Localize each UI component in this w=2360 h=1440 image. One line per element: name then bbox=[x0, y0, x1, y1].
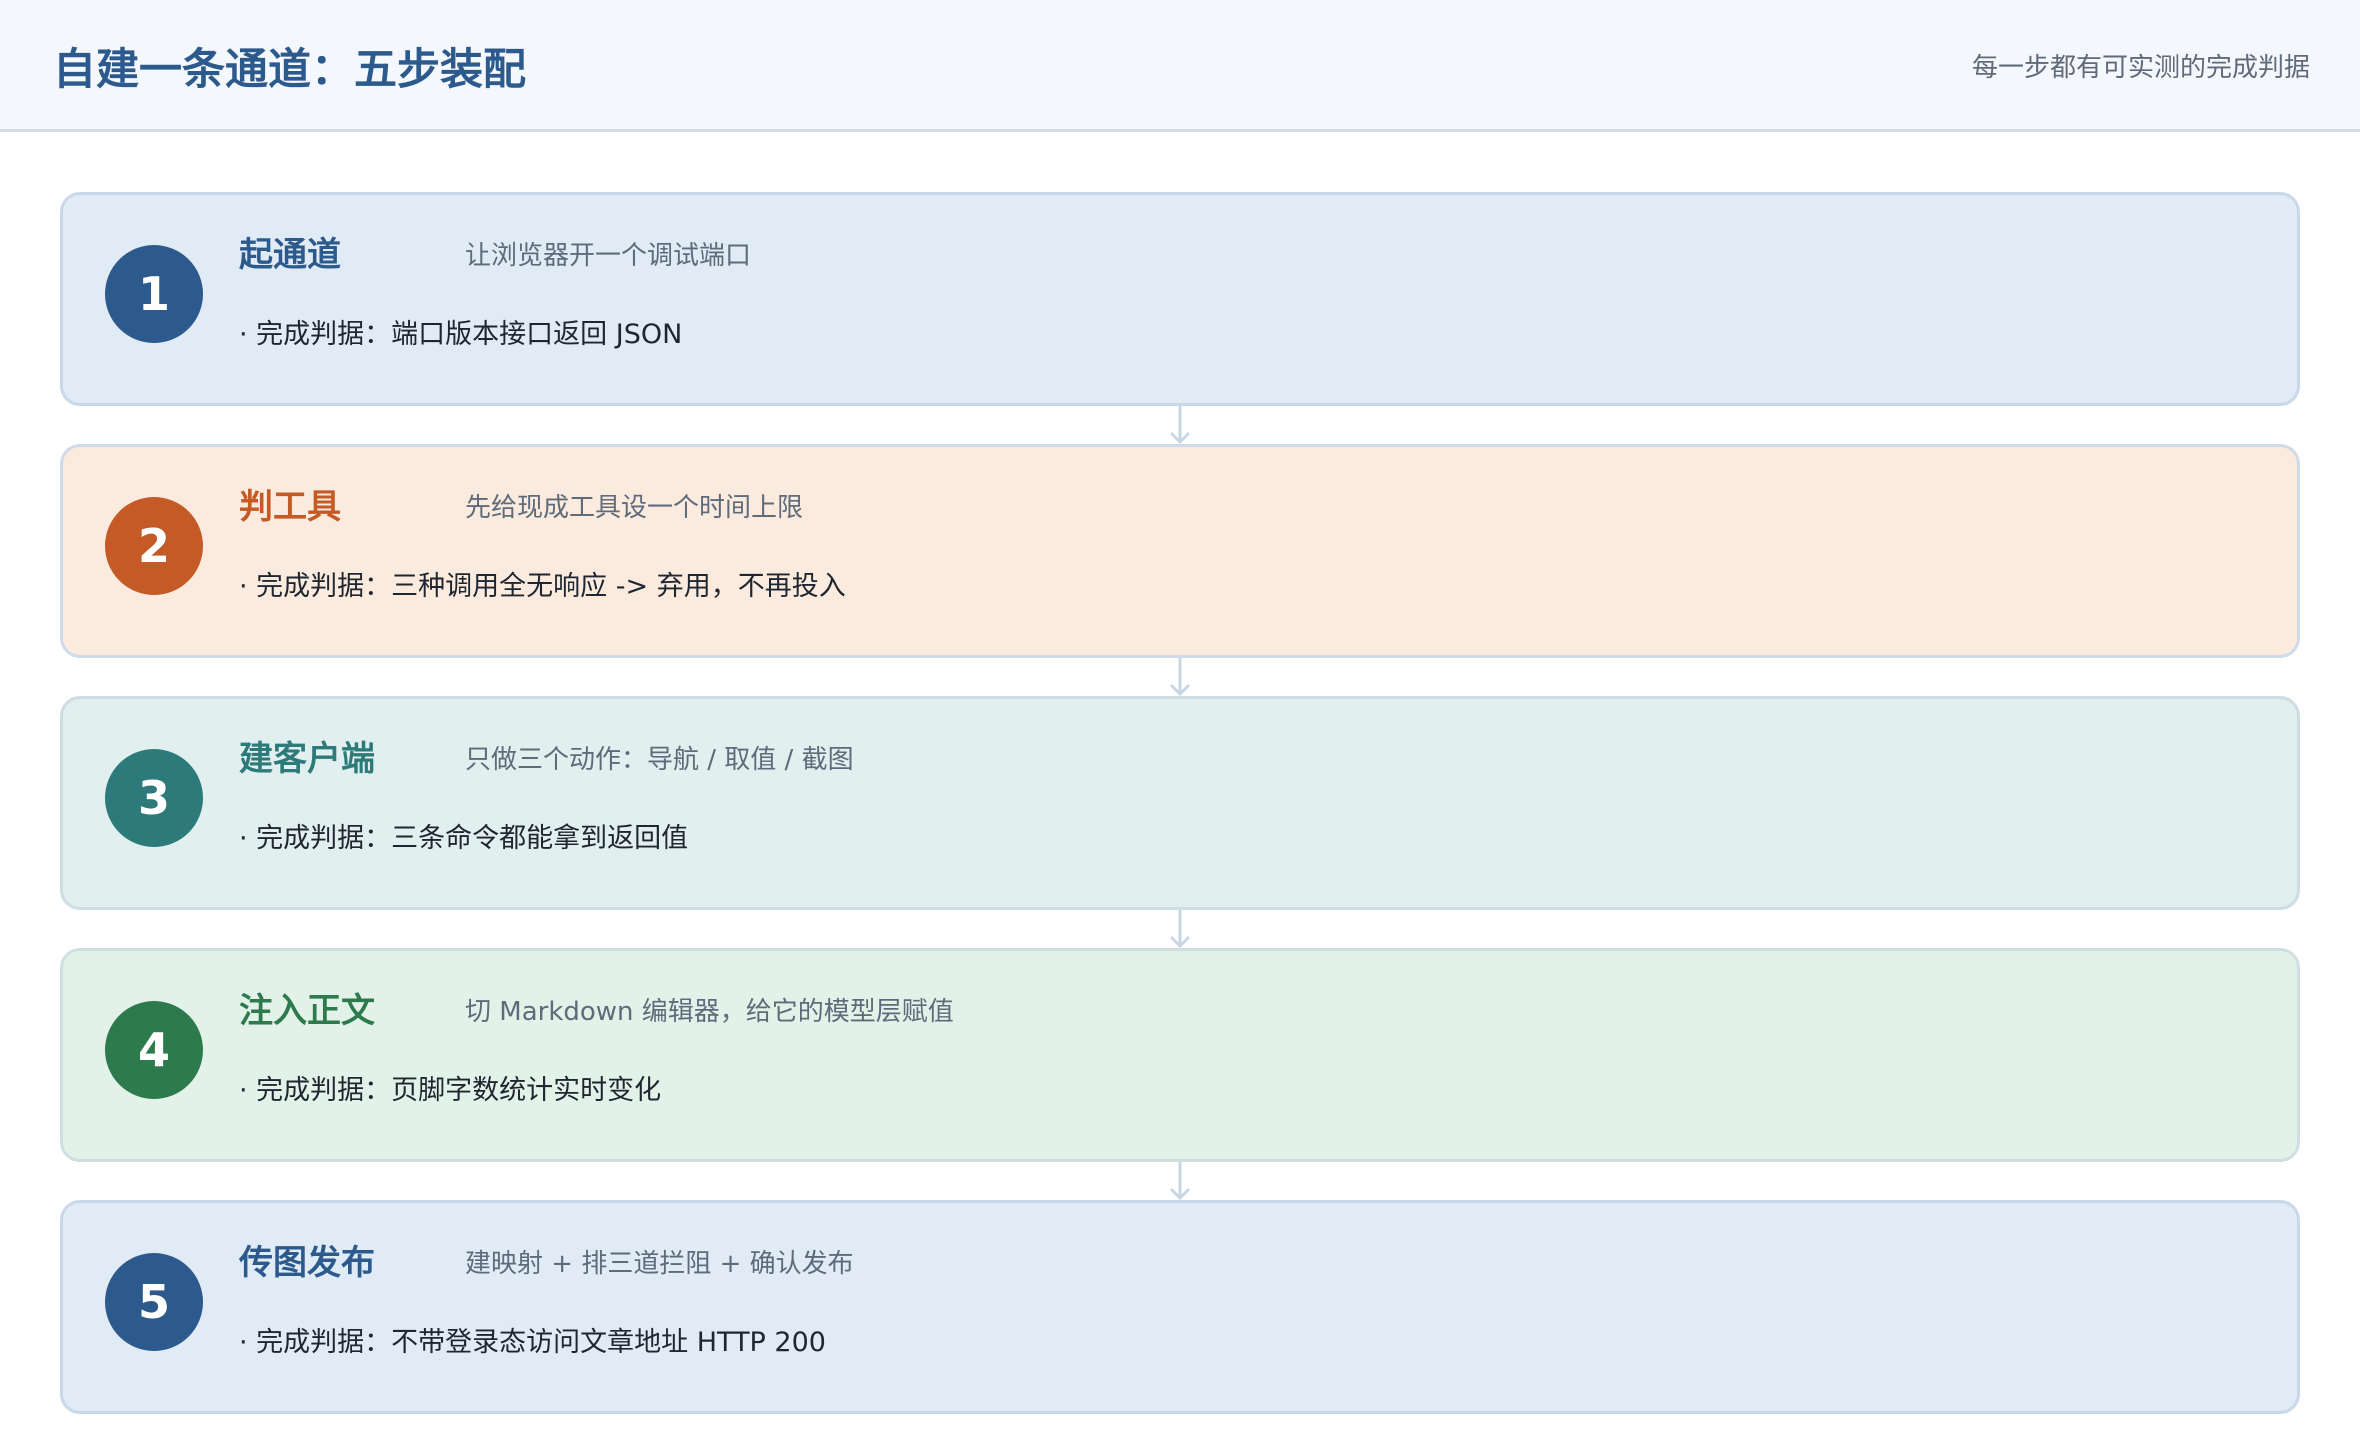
page-subtitle: 每一步都有可实测的完成判据 bbox=[1971, 53, 2310, 83]
step-criterion: · 完成判据：三条命令都能拿到返回值 bbox=[239, 823, 689, 854]
step-title: 起通道 bbox=[239, 235, 341, 275]
step-title: 建客户端 bbox=[239, 739, 375, 779]
step-description: 只做三个动作：导航 / 取值 / 截图 bbox=[465, 745, 854, 775]
step-description: 建映射 + 排三道拦阻 + 确认发布 bbox=[465, 1249, 854, 1279]
step-card-3: 3 建客户端 只做三个动作：导航 / 取值 / 截图 · 完成判据：三条命令都能… bbox=[60, 696, 2300, 910]
step-criterion: · 完成判据：三种调用全无响应 -> 弃用，不再投入 bbox=[239, 571, 846, 602]
step-number-badge: 4 bbox=[105, 1001, 203, 1099]
step-card-2: 2 判工具 先给现成工具设一个时间上限 · 完成判据：三种调用全无响应 -> 弃… bbox=[60, 444, 2300, 658]
step-number-badge: 3 bbox=[105, 749, 203, 847]
page-title: 自建一条通道：五步装配 bbox=[53, 45, 526, 95]
step-number-badge: 2 bbox=[105, 497, 203, 595]
step-card-5: 5 传图发布 建映射 + 排三道拦阻 + 确认发布 · 完成判据：不带登录态访问… bbox=[60, 1200, 2300, 1414]
step-card-1: 1 起通道 让浏览器开一个调试端口 · 完成判据：端口版本接口返回 JSON bbox=[60, 192, 2300, 406]
step-number-badge: 5 bbox=[105, 1253, 203, 1351]
step-title: 传图发布 bbox=[239, 1243, 375, 1283]
step-description: 切 Markdown 编辑器，给它的模型层赋值 bbox=[465, 997, 954, 1027]
down-arrow-icon bbox=[1169, 406, 1191, 445]
step-description: 让浏览器开一个调试端口 bbox=[465, 241, 752, 271]
down-arrow-icon bbox=[1169, 1162, 1191, 1201]
step-description: 先给现成工具设一个时间上限 bbox=[465, 493, 804, 523]
step-criterion: · 完成判据：端口版本接口返回 JSON bbox=[239, 319, 683, 350]
down-arrow-icon bbox=[1169, 910, 1191, 949]
step-number-badge: 1 bbox=[105, 245, 203, 343]
page-header: 自建一条通道：五步装配 每一步都有可实测的完成判据 bbox=[0, 0, 2360, 132]
step-card-4: 4 注入正文 切 Markdown 编辑器，给它的模型层赋值 · 完成判据：页脚… bbox=[60, 948, 2300, 1162]
step-criterion: · 完成判据：不带登录态访问文章地址 HTTP 200 bbox=[239, 1327, 826, 1358]
step-criterion: · 完成判据：页脚字数统计实时变化 bbox=[239, 1075, 662, 1106]
down-arrow-icon bbox=[1169, 658, 1191, 697]
step-title: 判工具 bbox=[239, 487, 341, 527]
step-title: 注入正文 bbox=[239, 991, 375, 1031]
